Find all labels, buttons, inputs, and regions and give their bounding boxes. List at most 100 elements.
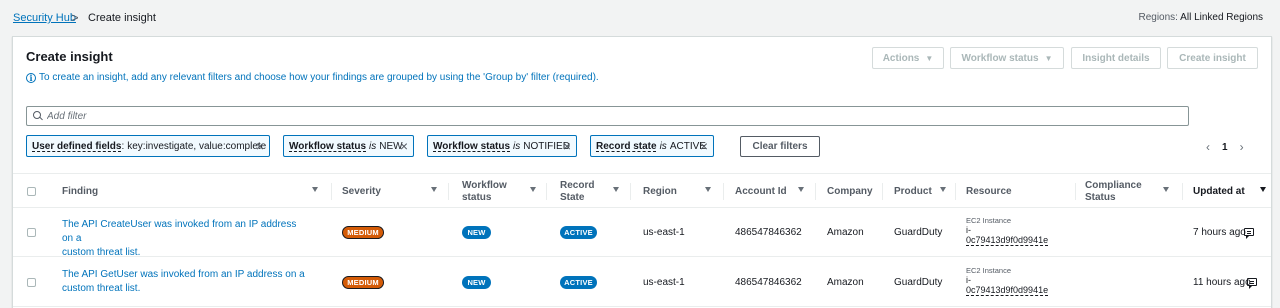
workflow-status-button[interactable]: Workflow status ▼ <box>950 47 1064 69</box>
search-input[interactable] <box>47 110 1167 122</box>
search-icon <box>33 111 43 121</box>
sort-icon[interactable] <box>530 187 536 192</box>
sort-icon[interactable] <box>1163 187 1169 192</box>
updated-at-cell: 11 hours ago <box>1193 277 1251 288</box>
comment-icon[interactable] <box>1247 278 1257 289</box>
column-label: Record State <box>560 179 595 203</box>
sort-icon[interactable] <box>798 187 804 192</box>
finding-link[interactable]: The API CreateUser was invoked from an I… <box>62 218 307 260</box>
sort-icon[interactable] <box>613 187 619 192</box>
remove-filter-icon[interactable]: × <box>400 139 408 153</box>
current-page[interactable]: 1 <box>1222 142 1228 153</box>
column-severity[interactable]: Severity <box>342 174 450 209</box>
pagination: ‹ 1 › <box>1206 140 1244 154</box>
resource-cell: EC2 Instance i- 0c79413d9f0d9941e <box>966 216 1048 245</box>
info-icon: i <box>26 72 36 83</box>
row-checkbox[interactable] <box>27 228 36 237</box>
column-divider <box>630 183 631 200</box>
column-record-state[interactable]: Record State <box>560 174 630 209</box>
column-divider <box>546 183 547 200</box>
column-label: Account Id <box>735 185 787 197</box>
breadcrumb-security-hub[interactable]: Security Hub <box>13 12 76 24</box>
column-product[interactable]: Product <box>894 174 958 209</box>
severity-badge: MEDIUM <box>342 226 384 239</box>
column-finding[interactable]: Finding <box>62 174 326 209</box>
info-message: To create an insight, add any relevant f… <box>39 72 599 83</box>
actions-button[interactable]: Actions ▼ <box>872 47 944 69</box>
record-state-badge: ACTIVE <box>560 226 597 239</box>
resource-type: EC2 Instance <box>966 266 1012 275</box>
filter-token[interactable]: Workflow status is NOTIFIED × <box>427 135 577 157</box>
filter-operator: is <box>369 140 377 152</box>
filter-key: Workflow status <box>289 140 367 152</box>
filter-token[interactable]: Record state is ACTIVE × <box>590 135 714 157</box>
remove-filter-icon[interactable]: × <box>563 139 571 153</box>
column-divider <box>955 183 956 200</box>
column-label: Severity <box>342 185 381 197</box>
remove-filter-icon[interactable]: × <box>700 139 708 153</box>
filter-search[interactable] <box>26 106 1189 126</box>
filter-operator: : <box>121 140 125 152</box>
column-label: Compliance Status <box>1085 179 1142 203</box>
region-cell: us-east-1 <box>643 227 685 238</box>
resource-type: EC2 Instance <box>966 216 1012 225</box>
region-cell: us-east-1 <box>643 277 685 288</box>
next-page-icon[interactable]: › <box>1240 140 1244 154</box>
filter-value: key:investigate, value:complete <box>127 140 267 152</box>
caret-down-icon: ▼ <box>1044 53 1053 63</box>
finding-link[interactable]: The API GetUser was invoked from an IP a… <box>62 268 307 296</box>
column-divider <box>882 183 883 200</box>
column-compliance-status[interactable]: Compliance Status <box>1085 174 1175 209</box>
breadcrumb-separator: > <box>71 10 79 25</box>
filter-token[interactable]: User defined fields: key:investigate, val… <box>26 135 270 157</box>
resource-id[interactable]: i- 0c79413d9f0d9941e <box>966 225 1048 245</box>
column-label: Region <box>643 185 677 197</box>
resource-cell: EC2 Instance i- 0c79413d9f0d9941e <box>966 266 1048 295</box>
top-bar: Security Hub > Create insight Regions: A… <box>0 0 1280 36</box>
column-region[interactable]: Region <box>643 174 719 209</box>
caret-down-icon: ▼ <box>925 53 934 63</box>
page-title: Create insight <box>26 49 113 64</box>
table-row: The API GetUser was invoked from an IP a… <box>13 258 1271 307</box>
sort-icon[interactable] <box>312 187 318 192</box>
prev-page-icon[interactable]: ‹ <box>1206 140 1210 154</box>
sort-icon[interactable] <box>940 187 946 192</box>
clear-filters-button[interactable]: Clear filters <box>740 136 820 157</box>
severity-badge: MEDIUM <box>342 276 384 289</box>
record-state-badge: ACTIVE <box>560 276 597 289</box>
company-cell: Amazon <box>827 227 864 238</box>
filter-key: Workflow status <box>433 140 511 152</box>
create-insight-button[interactable]: Create insight <box>1167 47 1258 69</box>
workflow-badge: NEW <box>462 226 491 239</box>
row-checkbox[interactable] <box>27 278 36 287</box>
select-all-checkbox[interactable] <box>27 187 36 196</box>
comment-icon[interactable] <box>1244 228 1254 239</box>
resource-id[interactable]: i- 0c79413d9f0d9941e <box>966 275 1048 295</box>
regions-indicator: Regions: All Linked Regions <box>1138 12 1263 23</box>
column-workflow-status[interactable]: Workflow status <box>462 174 547 209</box>
table-header: Finding Severity Workflow status Record St… <box>13 173 1271 208</box>
filter-token[interactable]: Workflow status is NEW × <box>283 135 414 157</box>
regions-value: All Linked Regions <box>1180 12 1263 23</box>
column-label: Finding <box>62 185 99 197</box>
table-row: The API CreateUser was invoked from an I… <box>13 208 1271 260</box>
breadcrumb-current: Create insight <box>88 12 156 24</box>
column-divider <box>331 183 332 200</box>
product-cell: GuardDuty <box>894 227 943 238</box>
column-divider <box>1075 183 1076 200</box>
column-divider <box>448 183 449 200</box>
insight-details-button[interactable]: Insight details <box>1071 47 1161 69</box>
create-insight-panel: Create insight i To create an insight, a… <box>12 36 1272 308</box>
column-account-id[interactable]: Account Id <box>735 174 819 209</box>
column-updated-at[interactable]: Updated at <box>1193 174 1271 209</box>
sort-icon[interactable] <box>1260 187 1266 192</box>
workflow-status-label: Workflow status <box>961 52 1039 64</box>
column-label: Updated at <box>1193 185 1245 197</box>
column-label: Company <box>827 185 873 197</box>
remove-filter-icon[interactable]: × <box>256 139 264 153</box>
filter-key: User defined fields <box>32 140 122 152</box>
account-id-cell: 486547846362 <box>735 227 802 238</box>
sort-icon[interactable] <box>431 187 437 192</box>
sort-icon[interactable] <box>705 187 711 192</box>
column-resource: Resource <box>966 174 1066 209</box>
